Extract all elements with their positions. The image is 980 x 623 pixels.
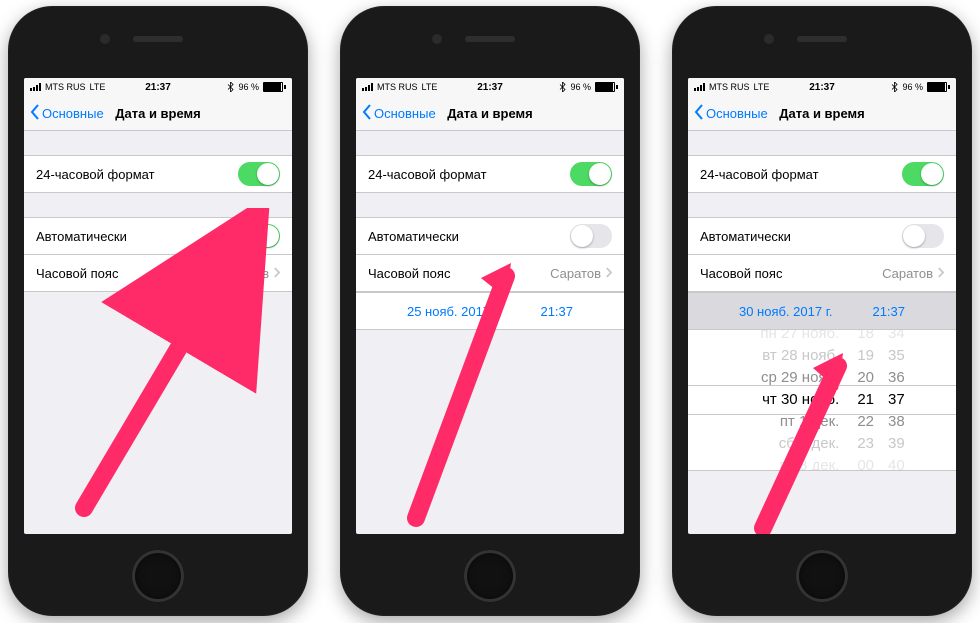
toggle-auto[interactable] (902, 224, 944, 248)
picker-row: вс 3 дек. (780, 455, 840, 471)
picker-row: 19 (857, 345, 874, 367)
row-label: 24-часовой формат (368, 167, 487, 182)
home-button[interactable] (796, 550, 848, 602)
phone-speaker (133, 36, 183, 42)
row-label: Автоматически (368, 229, 459, 244)
row-24h-format: 24-часовой формат (688, 155, 956, 193)
nav-bar: Основные Дата и время (688, 96, 956, 131)
row-date-time[interactable]: 25 нояб. 2017 г. 21:37 (356, 292, 624, 330)
home-button[interactable] (464, 550, 516, 602)
row-label: 24-часовой формат (36, 167, 155, 182)
toggle-24h[interactable] (902, 162, 944, 186)
comparison-stage: MTS RUS LTE 21:37 96 % Основные Дата и в… (0, 0, 980, 623)
toggle-24h[interactable] (570, 162, 612, 186)
picker-row: 00 (857, 455, 874, 471)
picker-row: 35 (888, 345, 905, 367)
picker-row: 40 (888, 455, 905, 471)
time-value: 21:37 (872, 304, 905, 319)
phone-camera (764, 34, 774, 44)
picker-row: 34 (888, 330, 905, 345)
screen-3: MTS RUS LTE 21:37 96 % Основные Дата и в… (688, 78, 956, 534)
row-auto: Автоматически (24, 217, 292, 255)
chevron-right-icon (273, 266, 280, 281)
nav-bar: Основные Дата и время (24, 96, 292, 131)
row-label: Автоматически (700, 229, 791, 244)
chevron-right-icon (605, 266, 612, 281)
status-bar: MTS RUS LTE 21:37 96 % (356, 78, 624, 96)
row-label: Автоматически (36, 229, 127, 244)
nav-title: Дата и время (688, 106, 956, 121)
picker-row: 20 (857, 367, 874, 389)
status-time: 21:37 (356, 82, 624, 93)
row-24h-format: 24-часовой формат (24, 155, 292, 193)
status-time: 21:37 (24, 82, 292, 93)
picker-row: вт 28 нояб. (762, 345, 839, 367)
row-date-time[interactable]: 30 нояб. 2017 г. 21:37 (688, 292, 956, 330)
row-timezone[interactable]: Часовой пояс Саратов (356, 255, 624, 292)
phone-speaker (465, 36, 515, 42)
toggle-24h[interactable] (238, 162, 280, 186)
battery-icon (263, 82, 286, 92)
picker-row: пт 1 дек. (780, 411, 840, 433)
picker-row: 36 (888, 367, 905, 389)
row-timezone[interactable]: Часовой пояс Саратов (24, 255, 292, 292)
picker-row: 18 (857, 330, 874, 345)
picker-minute-column[interactable]: 34 35 36 37 38 39 40 (888, 330, 905, 470)
picker-row-selected: 37 (888, 389, 905, 411)
home-button[interactable] (132, 550, 184, 602)
picker-row: пн 27 нояб. (760, 330, 839, 345)
picker-row-selected: чт 30 нояб. (762, 389, 839, 411)
timezone-value: Саратов (218, 266, 269, 281)
date-value: 30 нояб. 2017 г. (739, 304, 833, 319)
row-label: Часовой пояс (368, 266, 450, 281)
phone-3: MTS RUS LTE 21:37 96 % Основные Дата и в… (672, 6, 972, 616)
time-value: 21:37 (540, 304, 573, 319)
picker-row: 23 (857, 433, 874, 455)
phone-speaker (797, 36, 847, 42)
picker-row-selected: 21 (857, 389, 874, 411)
screen-1: MTS RUS LTE 21:37 96 % Основные Дата и в… (24, 78, 292, 534)
date-value: 25 нояб. 2017 г. (407, 304, 501, 319)
status-bar: MTS RUS LTE 21:37 96 % (688, 78, 956, 96)
battery-icon (595, 82, 618, 92)
toggle-auto[interactable] (238, 224, 280, 248)
screen-2: MTS RUS LTE 21:37 96 % Основные Дата и в… (356, 78, 624, 534)
status-time: 21:37 (688, 82, 956, 93)
nav-title: Дата и время (24, 106, 292, 121)
row-auto: Автоматически (688, 217, 956, 255)
row-auto: Автоматически (356, 217, 624, 255)
picker-row: сб 2 дек. (779, 433, 840, 455)
picker-hour-column[interactable]: 18 19 20 21 22 23 00 (857, 330, 874, 470)
row-label: Часовой пояс (700, 266, 782, 281)
row-timezone[interactable]: Часовой пояс Саратов (688, 255, 956, 292)
phone-2: MTS RUS LTE 21:37 96 % Основные Дата и в… (340, 6, 640, 616)
row-24h-format: 24-часовой формат (356, 155, 624, 193)
phone-1: MTS RUS LTE 21:37 96 % Основные Дата и в… (8, 6, 308, 616)
phone-camera (432, 34, 442, 44)
timezone-value: Саратов (550, 266, 601, 281)
row-label: Часовой пояс (36, 266, 118, 281)
phone-camera (100, 34, 110, 44)
status-bar: MTS RUS LTE 21:37 96 % (24, 78, 292, 96)
picker-row: 22 (857, 411, 874, 433)
date-time-picker[interactable]: пн 27 нояб. вт 28 нояб. ср 29 нояб. чт 3… (688, 330, 956, 471)
picker-row: ср 29 нояб. (761, 367, 839, 389)
chevron-right-icon (937, 266, 944, 281)
picker-row: 38 (888, 411, 905, 433)
row-label: 24-часовой формат (700, 167, 819, 182)
toggle-auto[interactable] (570, 224, 612, 248)
picker-date-column[interactable]: пн 27 нояб. вт 28 нояб. ср 29 нояб. чт 3… (739, 330, 843, 470)
timezone-value: Саратов (882, 266, 933, 281)
nav-bar: Основные Дата и время (356, 96, 624, 131)
nav-title: Дата и время (356, 106, 624, 121)
picker-row: 39 (888, 433, 905, 455)
battery-icon (927, 82, 950, 92)
